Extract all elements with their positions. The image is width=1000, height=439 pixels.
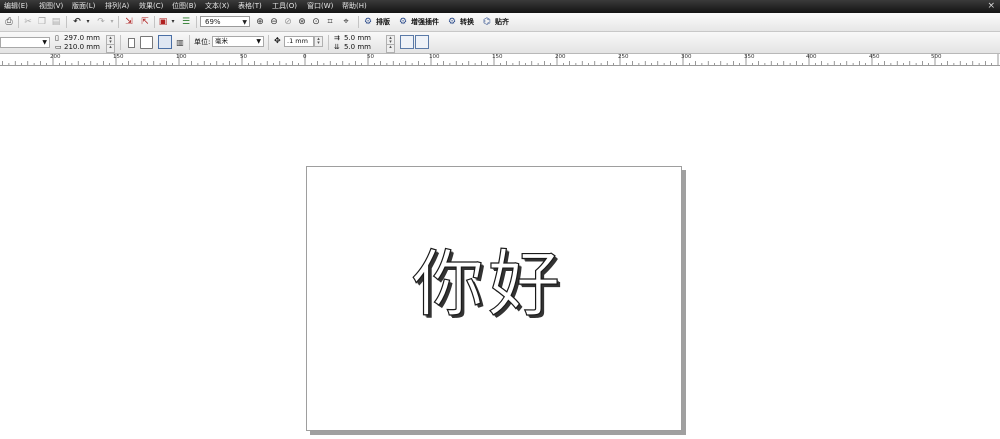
ruler-label: 200 (50, 54, 61, 60)
portrait-icon[interactable] (128, 38, 135, 48)
duplicate-y-icon: ⇊ (334, 43, 340, 51)
canvas-text-object[interactable]: 你好 (411, 243, 564, 324)
duplicate-y-value[interactable]: 5.0 mm (344, 42, 371, 52)
ruler-label: 400 (806, 54, 817, 60)
zoom-level-select[interactable]: 69% ▼ (200, 16, 250, 27)
cut-icon[interactable]: ✂ (22, 15, 34, 29)
ruler-label: 0 (303, 54, 307, 60)
ruler-label: 450 (869, 54, 880, 60)
current-page-icon[interactable]: ▥ (174, 36, 186, 50)
toolbar-divider (268, 35, 269, 50)
ruler-label: 150 (113, 54, 124, 60)
ruler-label: 250 (618, 54, 629, 60)
enhance-plugin-icon: ⚙ (398, 17, 408, 27)
all-pages-icon[interactable] (158, 35, 172, 49)
menu-effects[interactable]: 效果(C) (139, 0, 163, 13)
layout-plugin-icon: ⚙ (363, 17, 373, 27)
snap-icon: ⌬ (483, 17, 491, 27)
menu-bitmaps[interactable]: 位图(B) (172, 0, 196, 13)
page-height-stepper[interactable]: ▴ (106, 44, 115, 53)
enhance-plugin-button[interactable]: 增强插件 (411, 16, 439, 28)
ruler-label: 300 (681, 54, 692, 60)
zoom-all-objects-icon[interactable]: ⊛ (296, 15, 308, 29)
zoom-level-value: 69% (205, 18, 221, 26)
ruler-label: 200 (555, 54, 566, 60)
paper-size-select[interactable]: ▼ (0, 37, 50, 48)
draw-object-icon[interactable] (415, 35, 429, 49)
nudge-stepper[interactable]: ▴ ▾ (314, 36, 323, 47)
zoom-selected-icon[interactable]: ⊘ (282, 15, 294, 29)
zoom-page-icon[interactable]: ⊙ (310, 15, 322, 29)
menu-bar: 编辑(E) 视图(V) 版面(L) 排列(A) 效果(C) 位图(B) 文本(X… (0, 0, 1000, 13)
ruler-label: 150 (492, 54, 503, 60)
zoom-in-icon[interactable]: ⊕ (254, 15, 266, 29)
unit-label: 单位: (194, 38, 211, 46)
zoom-width-icon[interactable]: ⌗ (324, 15, 336, 29)
toolbar-divider (118, 16, 119, 28)
menu-text[interactable]: 文本(X) (205, 0, 229, 13)
toolbar-divider (328, 35, 329, 50)
close-icon[interactable]: × (987, 0, 995, 13)
ruler-label: 350 (744, 54, 755, 60)
export-icon[interactable]: ⇱ (138, 15, 152, 29)
print-icon[interactable]: ⎙ (3, 15, 15, 29)
page-height-value[interactable]: 210.0 mm (64, 42, 100, 52)
welcome-screen-icon[interactable]: ☰ (180, 15, 192, 29)
nudge-distance-value: .1 mm (287, 37, 308, 45)
ruler-label: 100 (176, 54, 187, 60)
menu-table[interactable]: 表格(T) (238, 0, 262, 13)
undo-icon[interactable]: ↶ (70, 15, 84, 29)
menu-window[interactable]: 窗口(W) (307, 0, 333, 13)
unit-value: 毫米 (215, 37, 228, 45)
paste-icon[interactable]: ▤ (50, 15, 62, 29)
toolbar-divider (358, 16, 359, 28)
application-launcher-icon[interactable]: ▣ (157, 15, 169, 29)
ruler-label: 50 (240, 54, 247, 60)
unit-select[interactable]: 毫米 ▼ (212, 36, 264, 47)
duplicate-y-stepper[interactable]: ▴ (386, 44, 395, 53)
menu-edit[interactable]: 编辑(E) (4, 0, 28, 13)
copy-icon[interactable]: ❐ (36, 15, 48, 29)
toolbar-divider (196, 16, 197, 28)
import-icon[interactable]: ⇲ (122, 15, 136, 29)
launcher-dropdown-icon[interactable]: ▾ (170, 15, 176, 29)
landscape-icon[interactable] (140, 36, 153, 49)
page-height-icon: ▭ (55, 43, 62, 51)
layout-button[interactable]: 排版 (376, 16, 390, 28)
nudge-distance-input[interactable]: .1 mm (284, 36, 314, 47)
ruler-label: 50 (367, 54, 374, 60)
zoom-out-icon[interactable]: ⊖ (268, 15, 280, 29)
toolbar-divider (18, 16, 19, 28)
horizontal-ruler[interactable]: 200 150 100 50 0 50 100 150 200 250 300 … (0, 54, 1000, 66)
zoom-height-icon[interactable]: ⌖ (340, 15, 352, 29)
menu-layout[interactable]: 版面(L) (72, 0, 95, 13)
ruler-label: 500 (931, 54, 942, 60)
chevron-down-icon: ▼ (42, 39, 47, 46)
chevron-down-icon: ▼ (256, 38, 261, 45)
menu-help[interactable]: 帮助(H) (342, 0, 367, 13)
ruler-label: 100 (429, 54, 440, 60)
toolbar-divider (66, 16, 67, 28)
nudge-icon: ✥ (274, 36, 281, 45)
toolbar-divider (189, 35, 190, 50)
treat-as-filled-icon[interactable] (400, 35, 414, 49)
menu-tools[interactable]: 工具(O) (272, 0, 297, 13)
toolbar-divider (120, 35, 121, 50)
menu-view[interactable]: 视图(V) (39, 0, 63, 13)
toolbar-divider (154, 16, 155, 28)
convert-button[interactable]: 转换 (460, 16, 474, 28)
redo-dropdown-icon[interactable]: ▾ (109, 15, 115, 29)
snap-button[interactable]: 贴齐 (495, 16, 509, 28)
menu-arrange[interactable]: 排列(A) (105, 0, 129, 13)
undo-dropdown-icon[interactable]: ▾ (85, 15, 91, 29)
chevron-down-icon: ▼ (242, 19, 247, 26)
convert-plugin-icon: ⚙ (447, 17, 457, 27)
redo-icon[interactable]: ↷ (94, 15, 108, 29)
